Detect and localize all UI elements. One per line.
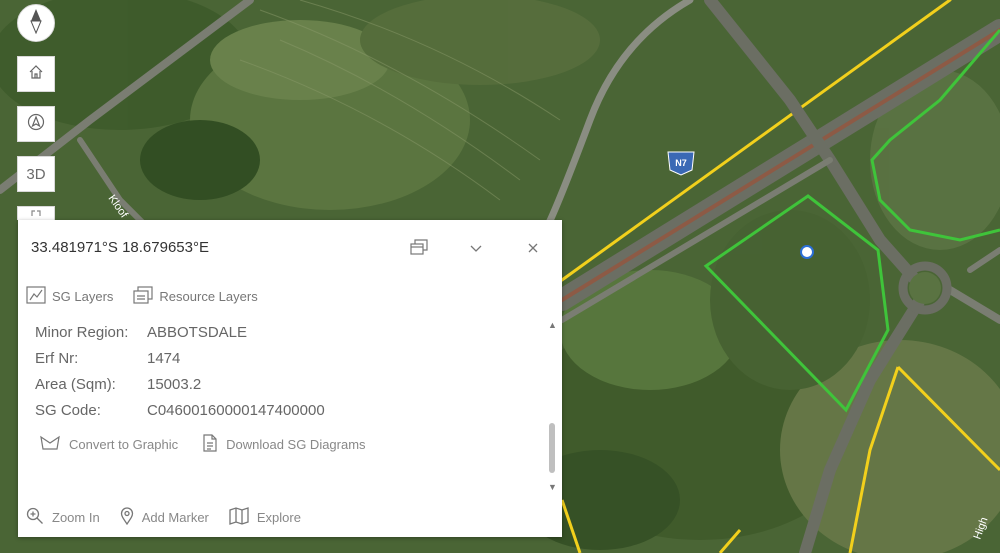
scroll-up-icon[interactable]: ▲ [548,320,557,330]
attribute-row: Erf Nr: 1474 [35,346,325,372]
attribute-row: Area (Sqm): 15003.2 [35,372,325,398]
popup-tabs: SG Layers Resource Layers [26,286,258,307]
chevron-down-icon [470,240,482,258]
close-icon [528,240,538,258]
popup-title-coordinates: 33.481971°S 18.679653°E [31,239,209,256]
attribute-value: C04600160000147400000 [147,402,325,419]
tab-resource-layers[interactable]: Resource Layers [133,286,258,307]
roundabout-center [909,272,941,304]
convert-to-graphic-label: Convert to Graphic [69,437,179,452]
tab-sg-layers[interactable]: SG Layers [26,286,113,307]
tab-resource-layers-label: Resource Layers [159,289,258,304]
location-marker[interactable] [800,245,814,259]
attribute-key: Area (Sqm): [35,376,116,393]
close-button[interactable] [522,238,544,260]
dock-icon [410,238,428,260]
attribute-value: ABBOTSDALE [147,324,248,341]
download-sg-diagrams-label: Download SG Diagrams [226,437,366,452]
polygon-icon [39,435,61,454]
explore-button[interactable]: Explore [229,507,301,528]
map-icon [229,507,249,528]
attribute-key: Minor Region: [35,324,129,341]
home-icon [28,64,44,84]
navigation-arrow-icon [27,113,45,135]
3d-toggle-label: 3D [26,165,46,183]
explore-label: Explore [256,510,301,525]
zoom-in-button[interactable]: Zoom In [26,507,100,528]
attribute-list: Minor Region: ABBOTSDALE Erf Nr: 1474 Ar… [35,320,325,424]
feature-popup: 33.481971°S 18.679653°E SG Layers Resour… [18,220,562,537]
compass-button[interactable] [17,4,55,42]
document-icon [202,434,218,455]
attribute-key: SG Code: [35,402,101,419]
tab-sg-layers-label: SG Layers [52,289,114,304]
attribute-row: Minor Region: ABBOTSDALE [35,320,325,346]
add-marker-label: Add Marker [141,510,209,525]
route-shield-label: N7 [675,158,687,168]
compass-icon [29,8,43,38]
collapse-button[interactable] [465,238,487,260]
attribute-key: Erf Nr: [35,350,79,367]
zoom-in-label: Zoom In [52,510,100,525]
popup-actions: Convert to Graphic Download SG Diagrams [39,434,366,455]
popup-footer: Zoom In Add Marker Explore [26,507,301,528]
scroll-down-icon[interactable]: ▼ [548,482,557,492]
fullscreen-button[interactable] [17,206,55,220]
zoom-in-icon [26,507,44,528]
convert-to-graphic-button[interactable]: Convert to Graphic [39,434,178,455]
map-pin-icon [120,507,134,528]
locate-button[interactable] [17,106,55,142]
dock-button[interactable] [408,238,430,260]
attribute-value: 15003.2 [147,376,202,393]
3d-toggle-button[interactable]: 3D [17,156,55,192]
layers-chart-icon [26,286,46,307]
attribute-value: 1474 [147,350,181,367]
home-button[interactable] [17,56,55,92]
resource-layers-icon [133,286,154,307]
popup-scrollbar[interactable]: ▲ ▼ [546,320,558,492]
attribute-row: SG Code: C04600160000147400000 [35,398,325,424]
download-sg-diagrams-button[interactable]: Download SG Diagrams [202,434,366,455]
scrollbar-thumb[interactable] [549,423,555,473]
add-marker-button[interactable]: Add Marker [120,507,209,528]
